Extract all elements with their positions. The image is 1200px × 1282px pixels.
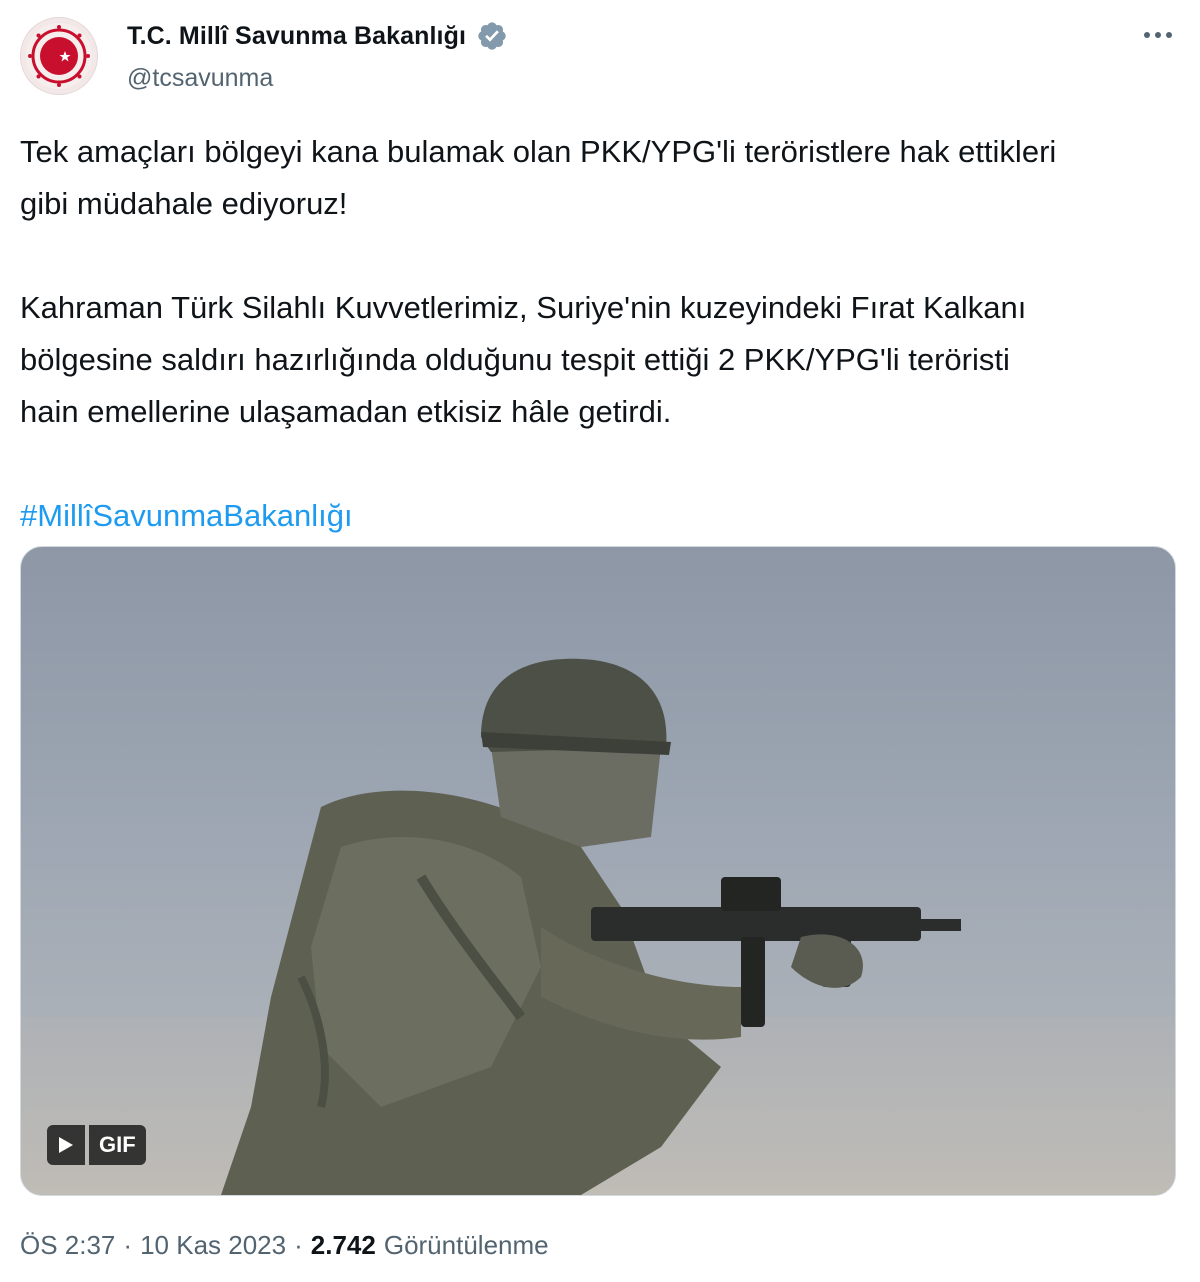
display-name[interactable]: T.C. Millî Savunma Bakanlığı xyxy=(127,22,466,51)
more-dot-icon xyxy=(1155,32,1161,38)
soldier-image xyxy=(21,658,1175,1195)
gif-label: GIF xyxy=(89,1125,146,1165)
more-options-button[interactable] xyxy=(1138,20,1178,50)
tweet-line: Kahraman Türk Silahlı Kuvvetlerimiz, Sur… xyxy=(20,290,1027,325)
gif-badge[interactable]: GIF xyxy=(47,1125,146,1165)
more-dot-icon xyxy=(1166,32,1172,38)
views-count[interactable]: 2.742 xyxy=(311,1230,376,1261)
tweet-line: Tek amaçları bölgeyi kana bulamak olan P… xyxy=(20,134,1057,169)
verified-badge-icon xyxy=(478,22,506,50)
more-dot-icon xyxy=(1144,32,1150,38)
tweet-card: T.C. Millî Savunma Bakanlığı @tcsavunma … xyxy=(0,0,1200,1282)
tweet-time[interactable]: ÖS 2:37 xyxy=(20,1230,115,1261)
tweet-text: Tek amaçları bölgeyi kana bulamak olan P… xyxy=(20,126,1180,542)
tweet-line: gibi müdahale ediyoruz! xyxy=(20,186,348,221)
meta-separator: · xyxy=(123,1230,133,1260)
avatar[interactable] xyxy=(20,17,98,95)
views-label: Görüntülenme xyxy=(383,1230,549,1260)
tweet-meta: ÖS 2:37 · 10 Kas 2023 · 2.742 Görüntülen… xyxy=(20,1230,549,1261)
tweet-media-gif[interactable]: GIF xyxy=(20,546,1176,1196)
tweet-line: bölgesine saldırı hazırlığında olduğunu … xyxy=(20,342,1010,377)
tweet-date[interactable]: 10 Kas 2023 xyxy=(140,1230,286,1261)
account-handle[interactable]: @tcsavunma xyxy=(127,64,273,93)
ministry-emblem-icon xyxy=(26,23,92,89)
name-row: T.C. Millî Savunma Bakanlığı xyxy=(127,20,508,52)
hashtag-link[interactable]: #MillîSavunmaBakanlığı xyxy=(20,498,353,533)
play-icon[interactable] xyxy=(47,1125,85,1165)
tweet-line: hain emellerine ulaşamadan etkisiz hâle … xyxy=(20,394,672,429)
meta-separator: · xyxy=(294,1230,303,1260)
